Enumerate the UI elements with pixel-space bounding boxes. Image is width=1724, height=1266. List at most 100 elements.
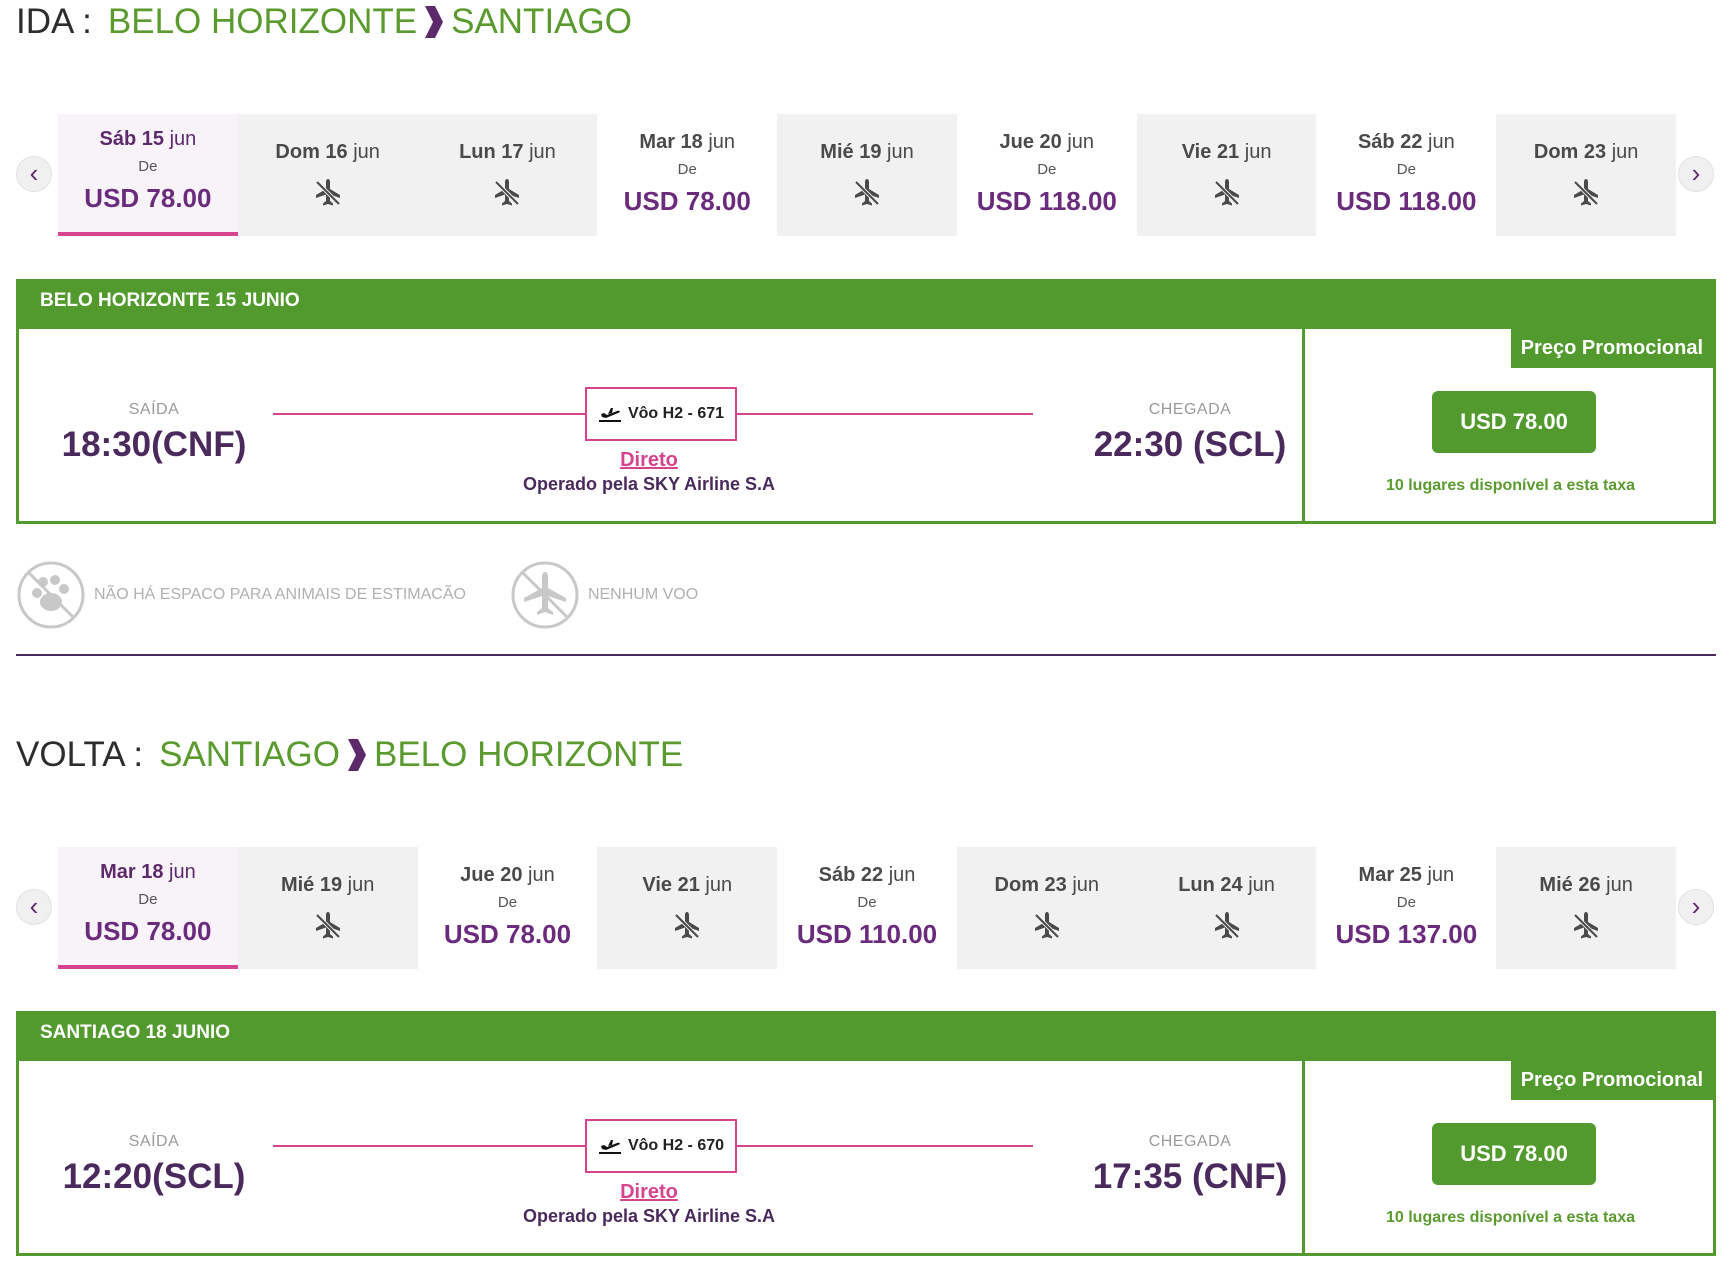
return-days: Mar 18 jun De USD 78.00 Mié 19 jun Jue 20 ju… — [58, 847, 1677, 969]
return-flight-details: SAÍDA 12:20(SCL) Vôo H2 - 670 Direto Ope… — [19, 1061, 1305, 1253]
outbound-operator: Operado pela SKY Airline S.A — [522, 474, 776, 494]
day-number: 19 — [859, 141, 882, 163]
no-pets-icon — [17, 561, 85, 629]
date-tile-mié-26[interactable]: Mié 26 jun — [1496, 847, 1677, 969]
weekday: Mar — [100, 861, 136, 883]
date-tile-sáb-22[interactable]: Sáb 22 jun De USD 118.00 — [1316, 114, 1497, 236]
return-flight-card[interactable]: SANTIAGO 18 JUNIO SAÍDA 12:20(SCL) Vôo H… — [16, 1011, 1716, 1256]
from-label: De — [497, 894, 518, 911]
return-direct-link[interactable]: Direto — [419, 1181, 879, 1204]
weekday: Vie — [642, 874, 673, 896]
date-price: USD 78.00 — [84, 183, 212, 213]
day-number: 19 — [319, 874, 343, 896]
month: jun — [1611, 141, 1639, 163]
date-label: Mar 18 jun — [597, 114, 777, 154]
weekday: Lun — [1178, 874, 1215, 896]
route-line — [273, 1145, 585, 1147]
date-tile-sáb-15[interactable]: Sáb 15 jun De USD 78.00 — [58, 114, 238, 236]
month: jun — [705, 874, 733, 896]
from-label: De — [1396, 161, 1416, 178]
return-date-strip: ‹ Mar 18 jun De USD 78.00 Mié 19 jun Jue 20 … — [16, 847, 1714, 969]
date-tile-vie-21[interactable]: Vie 21 jun — [597, 847, 778, 969]
outbound-flight-card[interactable]: BELO HORIZONTE 15 JUNIO SAÍDA 18:30(CNF)… — [16, 279, 1716, 524]
flight-number-label: Vôo H2 - 671 — [627, 405, 725, 422]
date-tile-jue-20[interactable]: Jue 20 jun De USD 118.00 — [956, 114, 1137, 236]
date-label: Sáb 22 jun — [1316, 114, 1496, 154]
from-label: De — [1037, 161, 1057, 178]
month: jun — [888, 864, 916, 886]
month: jun — [353, 141, 380, 163]
date-price: USD 78.00 — [443, 919, 572, 949]
outbound-select-fare-button[interactable]: USD 78.00 — [1432, 391, 1596, 453]
return-prev-dates-button[interactable]: ‹ — [16, 889, 52, 925]
day-number: 22 — [1400, 131, 1423, 153]
date-tile-vie-21[interactable]: Vie 21 jun — [1136, 114, 1317, 236]
flight-legend: NÃO HÁ ESPACO PARA ANIMAIS DE ESTIMACÃO … — [16, 560, 742, 630]
seats-available: 10 lugares disponível a esta taxa — [1385, 1209, 1635, 1226]
outbound-next-dates-button[interactable]: › — [1678, 156, 1714, 192]
month: jun — [1067, 131, 1095, 153]
return-select-fare-button[interactable]: USD 78.00 — [1432, 1123, 1596, 1185]
no-flight-icon — [511, 561, 579, 629]
return-arrival: CHEGADA 17:35 (CNF) — [1075, 1133, 1305, 1197]
date-tile-mié-19[interactable]: Mié 19 jun — [777, 114, 957, 236]
date-price: USD 118.00 — [976, 186, 1117, 216]
month: jun — [169, 861, 196, 883]
day-number: 16 — [325, 141, 348, 163]
return-route-title: VOLTA : SANTIAGO BELO HORIZONTE — [16, 735, 683, 775]
return-next-dates-button[interactable]: › — [1678, 889, 1714, 925]
date-tile-dom-23[interactable]: Dom 23 jun — [1496, 114, 1677, 236]
date-tile-lun-24[interactable]: Lun 24 jun — [1136, 847, 1317, 969]
date-label: Mié 19 jun — [777, 114, 957, 164]
route-line — [737, 1145, 1033, 1147]
date-tile-mié-19[interactable]: Mié 19 jun — [237, 847, 418, 969]
date-price: USD 110.00 — [796, 919, 938, 949]
chevron-right-icon: › — [1691, 158, 1701, 188]
date-tile-mar-18[interactable]: Mar 18 jun De USD 78.00 — [58, 847, 238, 969]
legend-no-pets: NÃO HÁ ESPACO PARA ANIMAIS DE ESTIMACÃO — [16, 560, 466, 630]
outbound-days: Sáb 15 jun De USD 78.00 Dom 16 jun Lun 17 ju… — [58, 114, 1677, 236]
no-flight-icon — [674, 912, 700, 939]
return-fare-panel: Preço Promocional USD 78.00 10 lugares d… — [1308, 1061, 1713, 1253]
date-label: Mié 26 jun — [1496, 847, 1676, 897]
date-tile-mar-25[interactable]: Mar 25 jun De USD 137.00 — [1316, 847, 1497, 969]
no-pets-text: NÃO HÁ ESPACO PARA ANIMAIS DE ESTIMACÃO — [94, 586, 466, 603]
date-tile-jue-20[interactable]: Jue 20 jun De USD 78.00 — [417, 847, 598, 969]
date-label: Jue 20 jun — [957, 114, 1137, 154]
no-flight-icon — [1573, 912, 1599, 939]
date-label: Jue 20 jun — [418, 847, 598, 887]
weekday: Mar — [1358, 864, 1395, 886]
date-tile-lun-17[interactable]: Lun 17 jun — [417, 114, 598, 236]
outbound-date-strip: ‹ Sáb 15 jun De USD 78.00 Dom 16 jun Lun 17 … — [16, 114, 1714, 236]
arrival-label: CHEGADA — [1148, 401, 1232, 418]
outbound-prev-dates-button[interactable]: ‹ — [16, 156, 52, 192]
month: jun — [887, 141, 914, 163]
outbound-direct-link[interactable]: Direto — [419, 449, 879, 472]
departure-label: SAÍDA — [128, 1133, 180, 1150]
no-flight-icon — [495, 179, 520, 206]
arrival-time: 17:35 (CNF) — [1092, 1157, 1288, 1196]
date-tile-sáb-22[interactable]: Sáb 22 jun De USD 110.00 — [777, 847, 957, 969]
date-tile-dom-23[interactable]: Dom 23 jun — [956, 847, 1137, 969]
no-flight-icon — [1214, 912, 1239, 939]
route-line — [273, 413, 585, 415]
weekday: Vie — [1181, 141, 1212, 163]
day-number: 15 — [141, 128, 164, 150]
date-tile-dom-16[interactable]: Dom 16 jun — [237, 114, 418, 236]
from-label: De — [138, 891, 158, 908]
day-number: 20 — [500, 864, 523, 886]
date-label: Dom 23 jun — [1496, 114, 1676, 164]
date-tile-mar-18[interactable]: Mar 18 jun De USD 78.00 — [597, 114, 778, 236]
return-card-body: SAÍDA 12:20(SCL) Vôo H2 - 670 Direto Ope… — [16, 1061, 1716, 1256]
return-leg-label: VOLTA : — [16, 735, 144, 774]
weekday: Mar — [639, 131, 675, 153]
from-label: De — [677, 161, 697, 178]
day-number: 21 — [677, 874, 700, 896]
outbound-flight-number: Vôo H2 - 671 — [585, 387, 737, 441]
date-price: USD 78.00 — [623, 186, 751, 216]
weekday: Mié — [820, 141, 854, 163]
day-number: 18 — [141, 861, 164, 883]
date-label: Sáb 22 jun — [777, 847, 957, 887]
date-price: USD 137.00 — [1335, 919, 1478, 949]
promo-price-tag: Preço Promocional — [1510, 1061, 1713, 1100]
